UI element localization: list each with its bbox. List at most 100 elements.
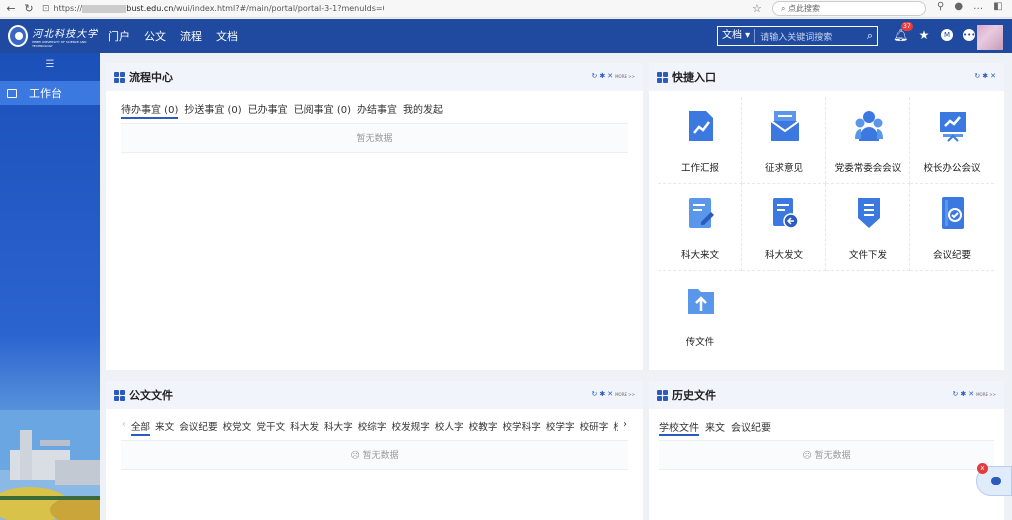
grid-icon [114, 389, 125, 401]
mail-opinion-icon [771, 111, 799, 141]
tab-doc[interactable]: 校人字 [435, 419, 464, 436]
close-icon[interactable]: x [977, 463, 988, 474]
quick-work-report[interactable]: 工作汇报 [658, 97, 742, 184]
tab-done[interactable]: 已办事宜 [248, 101, 288, 119]
nav-documents[interactable]: 文档 [216, 28, 238, 44]
quick-meeting-minutes[interactable]: 会议纪要 [910, 184, 994, 271]
tab-finished[interactable]: 办结事宜 [357, 101, 397, 119]
close-icon[interactable]: ✕ [990, 72, 996, 80]
tab-school-files[interactable]: 学校文件 [659, 419, 699, 436]
minutes-check-icon [942, 197, 964, 229]
tab-doc[interactable]: 校研字 [580, 419, 609, 436]
quick-incoming-docs[interactable]: 科大来文 [658, 184, 742, 271]
tab-doc[interactable]: 校发规字 [392, 419, 430, 436]
back-icon[interactable]: ← [4, 2, 18, 15]
close-icon[interactable]: ✕ [607, 390, 613, 398]
close-icon[interactable]: ✕ [607, 72, 613, 80]
profile-icon[interactable]: ● [954, 1, 963, 12]
tab-todo[interactable]: 待办事宜 (0) [121, 101, 179, 119]
settings-icon[interactable]: ✱ [982, 72, 988, 80]
tab-doc[interactable]: 校综字 [358, 419, 387, 436]
quick-label: 工作汇报 [680, 163, 719, 174]
quick-upload-file[interactable]: 传文件 [658, 271, 742, 358]
global-search-input[interactable]: 请输入关键词搜索 [755, 30, 867, 43]
tab-doc[interactable]: 校审字 [613, 419, 618, 436]
tab-incoming[interactable]: 来文 [705, 419, 725, 436]
settings-icon[interactable]: ✱ [599, 72, 605, 80]
top-nav: 门户 公文 流程 文档 [108, 28, 238, 44]
report-chart-icon [689, 111, 713, 141]
bell-icon[interactable]: 🔔︎ 37 [893, 22, 913, 42]
refresh-icon[interactable]: ↻ [591, 390, 597, 398]
tabs-prev-icon[interactable]: ‹ [122, 419, 126, 436]
file-download-icon [858, 198, 880, 228]
quick-outgoing-docs[interactable]: 科大发文 [742, 184, 826, 271]
nav-workflow[interactable]: 流程 [180, 28, 202, 44]
url-host: bust.edu.cn [126, 4, 174, 13]
address-bar[interactable]: https:// bust.edu.cn/wui/index.html?#/mai… [54, 4, 384, 13]
panel-title: 快捷入口 [672, 71, 716, 84]
quick-file-dispatch[interactable]: 文件下发 [826, 184, 910, 271]
history-panel: 历史文件 ↻ ✱ ✕ MORE >> 学校文件 来文 会议纪要 ☹ 暂无数据 [649, 381, 1004, 520]
tab-minutes[interactable]: 会议纪要 [731, 419, 771, 436]
sidebar-item-label: 工作台 [29, 87, 62, 100]
more-link[interactable]: MORE >> [615, 392, 635, 397]
settings-icon[interactable]: ✱ [960, 390, 966, 398]
settings-icon[interactable]: ✱ [599, 390, 605, 398]
tab-doc[interactable]: 校党文 [223, 419, 252, 436]
user-m-icon[interactable]: M [941, 29, 953, 41]
tab-doc[interactable]: 会议纪要 [179, 419, 217, 436]
grid-icon [114, 71, 125, 83]
logo[interactable]: 河北科技大学 HEBEI UNIVERSITY OF SCIENCE AND T… [8, 25, 100, 48]
tab-doc[interactable]: 校教字 [469, 419, 498, 436]
tab-doc[interactable]: 校学字 [546, 419, 575, 436]
browser-search-input[interactable]: ⌕ 点此搜索 [772, 1, 926, 16]
search-icon[interactable]: ⌕ [867, 29, 877, 43]
quick-label: 科大发文 [764, 250, 803, 261]
quick-opinion[interactable]: 征求意见 [742, 97, 826, 184]
tab-read[interactable]: 已阅事宜 (0) [294, 101, 351, 119]
search-type-select[interactable]: 文档 ▾ [718, 29, 756, 43]
grid-icon [657, 71, 668, 83]
tab-doc[interactable]: 校学科字 [502, 419, 540, 436]
tab-doc[interactable]: 来文 [155, 419, 174, 436]
quick-president-meeting[interactable]: 校长办公会议 [910, 97, 994, 184]
notification-badge: 37 [901, 22, 913, 31]
logo-text: 河北科技大学 [32, 28, 99, 40]
assistant-float-button[interactable]: x [976, 463, 1012, 496]
quick-label: 科大来文 [680, 250, 719, 261]
tab-doc[interactable]: 科大发 [290, 419, 319, 436]
tab-mine[interactable]: 我的发起 [403, 101, 443, 119]
tab-cc[interactable]: 抄送事宜 (0) [184, 101, 241, 119]
extensions-icon[interactable]: ⚲ [937, 1, 944, 12]
tab-doc[interactable]: 党干文 [256, 419, 285, 436]
more-link[interactable]: MORE >> [976, 392, 996, 397]
menu-dots-icon[interactable]: … [973, 1, 983, 12]
more-link[interactable]: MORE >> [615, 74, 635, 79]
bookmark-star-icon[interactable]: ☆ [752, 2, 762, 15]
collapse-menu-icon[interactable]: ☰ [0, 59, 100, 75]
refresh-icon[interactable]: ↻ [974, 72, 980, 80]
reload-icon[interactable]: ↻ [22, 2, 36, 15]
favorite-star-icon[interactable]: ★ [917, 28, 931, 42]
more-icon[interactable]: ••• [963, 29, 975, 41]
refresh-icon[interactable]: ↻ [952, 390, 958, 398]
workflow-panel: 流程中心 ↻ ✱ ✕ MORE >> 待办事宜 (0) 抄送事宜 (0) 已办事… [106, 63, 643, 370]
doc-send-icon [773, 198, 799, 229]
sidebar-item-workbench[interactable]: 工作台 [0, 81, 100, 105]
tabs-next-icon[interactable]: › [623, 419, 627, 436]
quick-party-meeting[interactable]: 党委常委会会议 [826, 97, 910, 184]
nav-portal[interactable]: 门户 [108, 28, 130, 44]
sidebar-toggle-icon[interactable]: ◧ [993, 1, 1002, 12]
empty-state: 暂无数据 [121, 123, 628, 153]
panel-title: 历史文件 [672, 389, 716, 402]
folder-upload-icon [688, 289, 714, 314]
tab-all[interactable]: 全部 [130, 419, 151, 436]
close-icon[interactable]: ✕ [968, 390, 974, 398]
nav-official-docs[interactable]: 公文 [144, 28, 166, 44]
avatar[interactable] [977, 25, 1003, 50]
tab-doc[interactable]: 科大字 [324, 419, 353, 436]
refresh-icon[interactable]: ↻ [591, 72, 597, 80]
browser-search-placeholder: 点此搜索 [788, 4, 821, 13]
empty-state: ☹ 暂无数据 [121, 440, 628, 470]
